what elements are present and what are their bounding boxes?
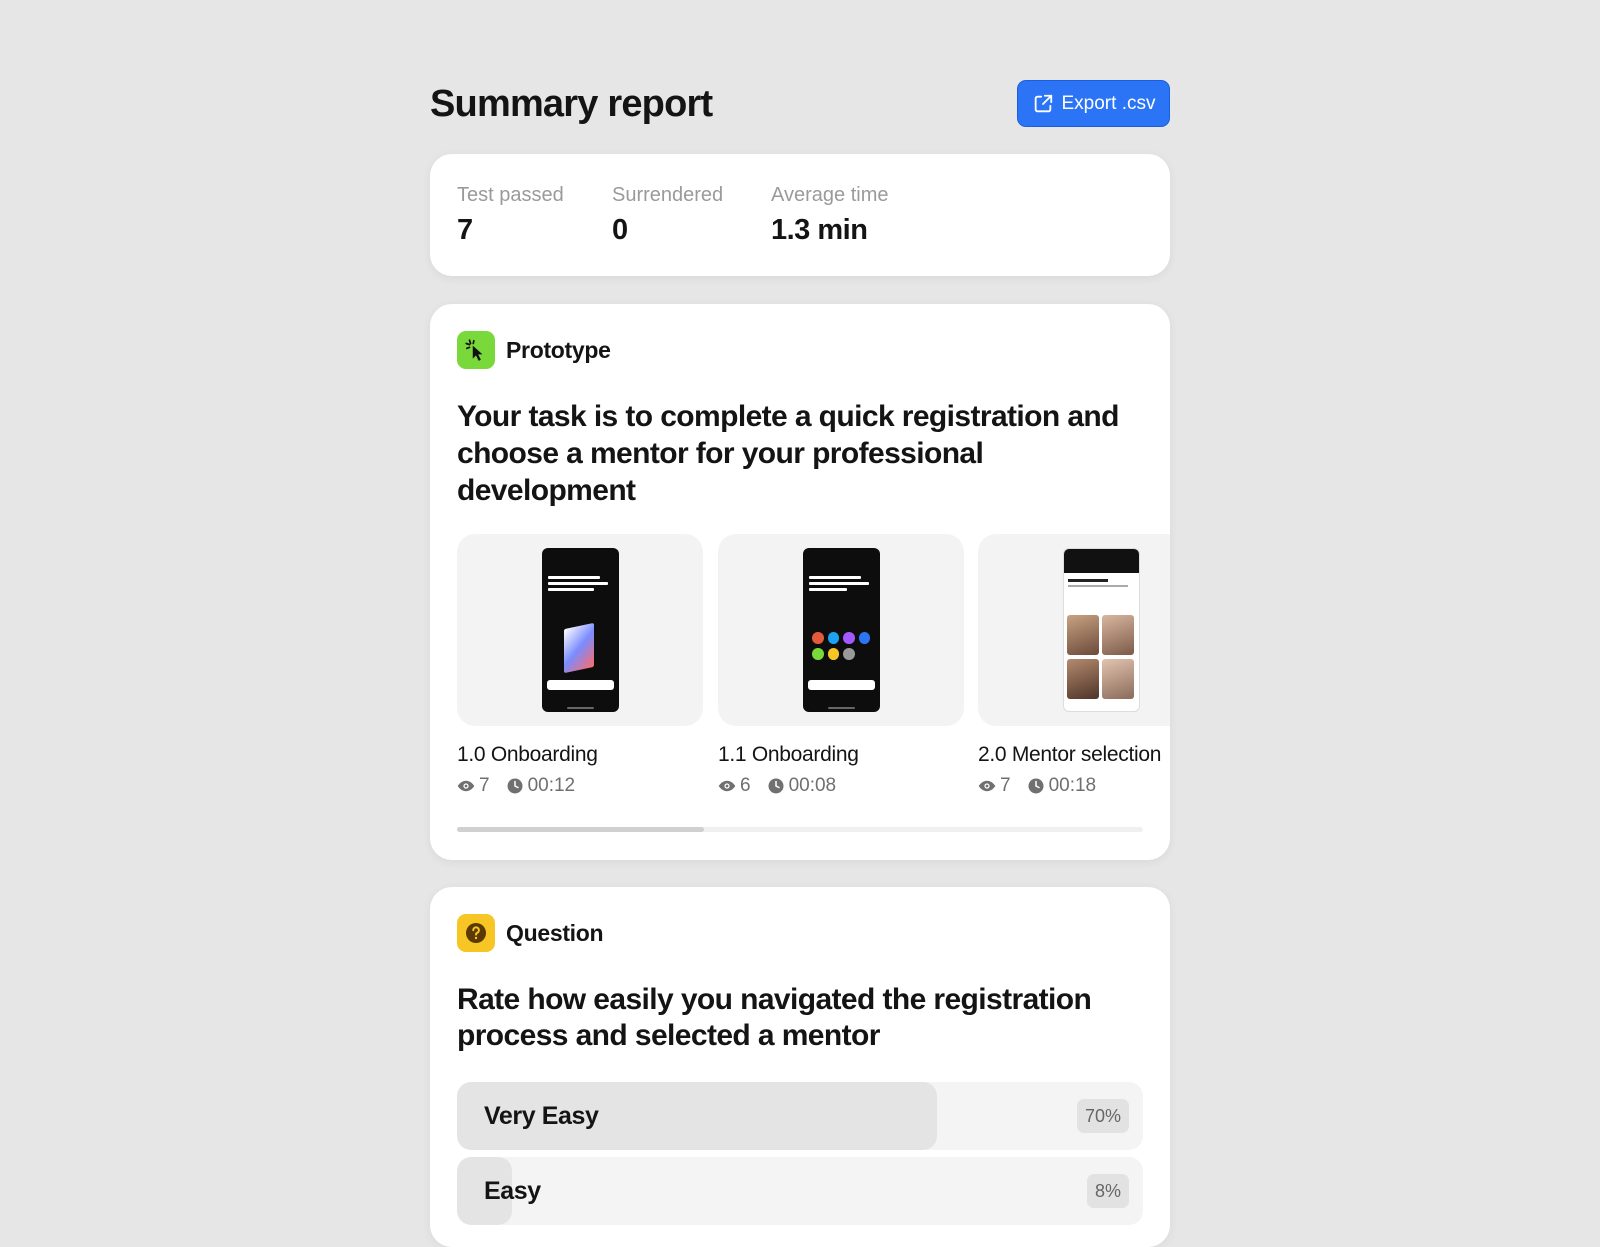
stat-value: 1.3 min (771, 214, 868, 246)
phone-preview (1063, 548, 1140, 712)
screen-name: 1.1 Onboarding (718, 743, 859, 766)
question-title: Rate how easily you navigated the regist… (457, 983, 1092, 1052)
answer-percent: 8% (1086, 1174, 1129, 1208)
prototype-card: Prototype Your task is to complete a qui… (430, 304, 1170, 860)
stat-label: Surrendered (612, 184, 724, 206)
time-spent: 00:08 (788, 775, 837, 796)
time-spent: 00:12 (527, 775, 576, 796)
section-label: Prototype (506, 336, 611, 363)
stat-average-time: Average time 1.3 min (771, 182, 888, 247)
page-title: Summary report (430, 83, 713, 125)
phone-preview (542, 548, 619, 712)
stat-label: Test passed (457, 184, 564, 206)
share-export-icon (1034, 94, 1052, 112)
answer-label: Easy (484, 1177, 541, 1205)
clock-icon (1028, 778, 1044, 794)
stat-value: 7 (457, 214, 473, 246)
screen-name: 1.0 Onboarding (457, 743, 598, 766)
question-header: Question (457, 914, 604, 952)
screen-thumbnail (978, 534, 1170, 726)
page-header: Summary report Export .csv (430, 78, 1170, 128)
answer-option: Easy 8% (457, 1157, 1143, 1225)
cursor-click-icon (457, 331, 495, 369)
export-button-label: Export .csv (1061, 92, 1156, 114)
screen-thumbnail (457, 534, 703, 726)
screen-name: 2.0 Mentor selection (978, 743, 1162, 766)
screen-meta: 7 00:12 (457, 775, 703, 797)
answer-option: Very Easy 70% (457, 1082, 1143, 1150)
answer-label: Very Easy (484, 1102, 599, 1130)
scrollbar-thumb[interactable] (457, 827, 704, 832)
task-title: Your task is to complete a quick registr… (457, 400, 1119, 507)
time-spent: 00:18 (1048, 775, 1097, 796)
screen-carousel[interactable]: 1.0 Onboarding 7 00:12 1.1 Onboarding 6 … (457, 534, 1170, 804)
screen-thumbnail (718, 534, 964, 726)
stats-card: Test passed 7 Surrendered 0 Average time… (430, 154, 1170, 276)
eye-icon (718, 780, 736, 792)
stat-value: 0 (612, 214, 628, 246)
screen-meta: 6 00:08 (718, 775, 964, 797)
view-count: 7 (479, 775, 490, 796)
screen-card[interactable]: 1.1 Onboarding 6 00:08 (718, 534, 964, 797)
export-csv-button[interactable]: Export .csv (1017, 80, 1170, 127)
screen-meta: 7 00:18 (978, 775, 1170, 797)
prototype-header: Prototype (457, 331, 611, 369)
horizontal-scrollbar[interactable] (457, 827, 1143, 832)
phone-preview (803, 548, 880, 712)
question-mark-icon (457, 914, 495, 952)
view-count: 6 (740, 775, 751, 796)
question-card: Question Rate how easily you navigated t… (430, 887, 1170, 1247)
stat-surrendered: Surrendered 0 (612, 182, 723, 247)
eye-icon (457, 780, 475, 792)
section-label: Question (506, 919, 604, 946)
view-count: 7 (1000, 775, 1011, 796)
eye-icon (978, 780, 996, 792)
stat-label: Average time (771, 184, 889, 206)
screen-card[interactable]: 2.0 Mentor selection 7 00:18 (978, 534, 1170, 797)
answer-percent: 70% (1076, 1099, 1129, 1133)
clock-icon (507, 778, 523, 794)
clock-icon (768, 778, 784, 794)
stat-test-passed: Test passed 7 (457, 182, 564, 247)
screen-card[interactable]: 1.0 Onboarding 7 00:12 (457, 534, 703, 797)
